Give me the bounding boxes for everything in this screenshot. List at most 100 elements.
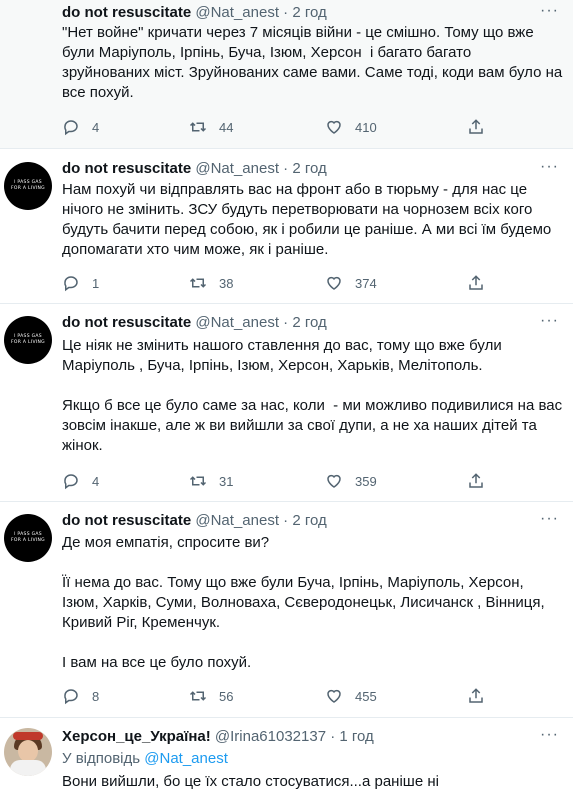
share-icon xyxy=(469,688,483,703)
retweet-button[interactable]: 44 xyxy=(189,118,233,136)
share-icon xyxy=(469,473,483,488)
tweet-2[interactable]: I PASS GAS FOR A LIVING do not resuscita… xyxy=(0,149,573,304)
like-button[interactable]: 455 xyxy=(325,687,377,705)
tweet-header: Херсон_це_Україна! @Irina61032137 · 1 го… xyxy=(62,728,374,745)
reply-icon xyxy=(64,474,78,490)
avatar-text: FOR A LIVING xyxy=(11,186,45,191)
tweet-actions: 4 44 410 xyxy=(62,118,573,138)
like-count: 359 xyxy=(355,473,377,489)
more-options-icon[interactable]: ··· xyxy=(540,726,559,744)
reply-button[interactable]: 1 xyxy=(62,274,99,292)
avatar[interactable] xyxy=(4,728,52,776)
retweet-icon xyxy=(189,476,207,486)
retweet-count: 31 xyxy=(219,473,234,489)
timestamp[interactable]: 2 год xyxy=(292,160,326,177)
reply-count: 8 xyxy=(92,688,100,704)
heart-icon xyxy=(327,689,341,703)
tweet-actions: 8 56 455 xyxy=(62,687,573,707)
tweet-5[interactable]: Херсон_це_Україна! @Irina61032137 · 1 го… xyxy=(0,718,573,807)
share-button[interactable] xyxy=(467,118,485,136)
author-handle[interactable]: @Irina61032137 xyxy=(215,728,326,745)
author-name[interactable]: Херсон_це_Україна! xyxy=(62,728,211,745)
timestamp[interactable]: 2 год xyxy=(292,4,326,21)
separator-dot: · xyxy=(283,160,289,177)
tweet-1[interactable]: do not resuscitate @Nat_anest · 2 год ··… xyxy=(0,0,573,149)
reply-button[interactable]: 4 xyxy=(62,118,99,136)
reply-button[interactable]: 8 xyxy=(62,687,99,705)
like-button[interactable]: 410 xyxy=(325,118,377,136)
tweet-text: Де моя емпатія, спросите ви? Її нема до … xyxy=(62,534,545,671)
retweet-icon xyxy=(189,122,207,132)
author-name[interactable]: do not resuscitate xyxy=(62,160,191,177)
share-icon xyxy=(469,119,483,134)
retweet-count: 56 xyxy=(219,688,234,704)
author-handle[interactable]: @Nat_anest xyxy=(195,160,279,177)
reply-handle-link[interactable]: @Nat_anest xyxy=(144,750,228,767)
heart-icon xyxy=(327,276,341,290)
timestamp[interactable]: 1 год xyxy=(339,728,373,745)
share-icon xyxy=(469,275,483,290)
retweet-icon xyxy=(189,691,207,701)
more-options-icon[interactable]: ··· xyxy=(540,2,559,20)
avatar[interactable]: I PASS GAS FOR A LIVING xyxy=(4,316,52,364)
retweet-count: 44 xyxy=(219,119,234,135)
avatar-wreath xyxy=(13,732,43,740)
reply-count: 4 xyxy=(92,473,100,489)
reply-prefix: У відповідь xyxy=(62,750,141,767)
retweet-count: 38 xyxy=(219,275,234,291)
heart-icon xyxy=(327,474,341,488)
avatar[interactable]: I PASS GAS FOR A LIVING xyxy=(4,162,52,210)
author-handle[interactable]: @Nat_anest xyxy=(195,314,279,331)
heart-icon xyxy=(327,120,341,134)
author-name[interactable]: do not resuscitate xyxy=(62,512,191,529)
timestamp[interactable]: 2 год xyxy=(292,314,326,331)
avatar-text: FOR A LIVING xyxy=(11,340,45,345)
more-options-icon[interactable]: ··· xyxy=(540,312,559,330)
avatar-text: FOR A LIVING xyxy=(11,538,45,543)
separator-dot: · xyxy=(330,728,336,745)
avatar-face xyxy=(18,740,38,762)
share-button[interactable] xyxy=(467,274,485,292)
tweet-text: Вони вийшли, бо це їх стало стосуватися.… xyxy=(62,773,439,790)
retweet-button[interactable]: 56 xyxy=(189,687,233,705)
author-handle[interactable]: @Nat_anest xyxy=(195,4,279,21)
separator-dot: · xyxy=(283,512,289,529)
reply-count: 1 xyxy=(92,275,100,291)
author-name[interactable]: do not resuscitate xyxy=(62,4,191,21)
tweet-actions: 4 31 359 xyxy=(62,472,573,492)
tweet-4[interactable]: I PASS GAS FOR A LIVING do not resuscita… xyxy=(0,502,573,718)
author-name[interactable]: do not resuscitate xyxy=(62,314,191,331)
tweet-3[interactable]: I PASS GAS FOR A LIVING do not resuscita… xyxy=(0,304,573,502)
tweet-header: do not resuscitate @Nat_anest · 2 год xyxy=(62,314,327,331)
tweet-actions: 1 38 374 xyxy=(62,274,573,294)
retweet-button[interactable]: 31 xyxy=(189,472,233,490)
tweet-header: do not resuscitate @Nat_anest · 2 год xyxy=(62,160,327,177)
tweet-text: Це ніяк не змінить нашого ставлення до в… xyxy=(62,337,563,454)
author-handle[interactable]: @Nat_anest xyxy=(195,512,279,529)
retweet-icon xyxy=(189,278,207,288)
like-count: 455 xyxy=(355,688,377,704)
avatar[interactable]: I PASS GAS FOR A LIVING xyxy=(4,514,52,562)
like-count: 374 xyxy=(355,275,377,291)
like-button[interactable]: 374 xyxy=(325,274,377,292)
like-count: 410 xyxy=(355,119,377,135)
reply-button[interactable]: 4 xyxy=(62,472,99,490)
reply-count: 4 xyxy=(92,119,100,135)
reply-context: У відповідь @Nat_anest xyxy=(62,750,228,767)
reply-icon xyxy=(64,120,78,136)
tweet-text: Нам похуй чи відправлять вас на фронт аб… xyxy=(62,181,556,258)
retweet-button[interactable]: 38 xyxy=(189,274,233,292)
timestamp[interactable]: 2 год xyxy=(292,512,326,529)
reply-icon xyxy=(64,276,78,292)
share-button[interactable] xyxy=(467,687,485,705)
separator-dot: · xyxy=(283,314,289,331)
tweet-header: do not resuscitate @Nat_anest · 2 год xyxy=(62,512,327,529)
share-button[interactable] xyxy=(467,472,485,490)
more-options-icon[interactable]: ··· xyxy=(540,158,559,176)
more-options-icon[interactable]: ··· xyxy=(540,510,559,528)
tweet-text: "Нет войне" кричати через 7 місяців війн… xyxy=(62,24,567,101)
like-button[interactable]: 359 xyxy=(325,472,377,490)
tweet-header: do not resuscitate @Nat_anest · 2 год xyxy=(62,4,327,21)
avatar-body xyxy=(10,760,46,776)
separator-dot: · xyxy=(283,4,289,21)
